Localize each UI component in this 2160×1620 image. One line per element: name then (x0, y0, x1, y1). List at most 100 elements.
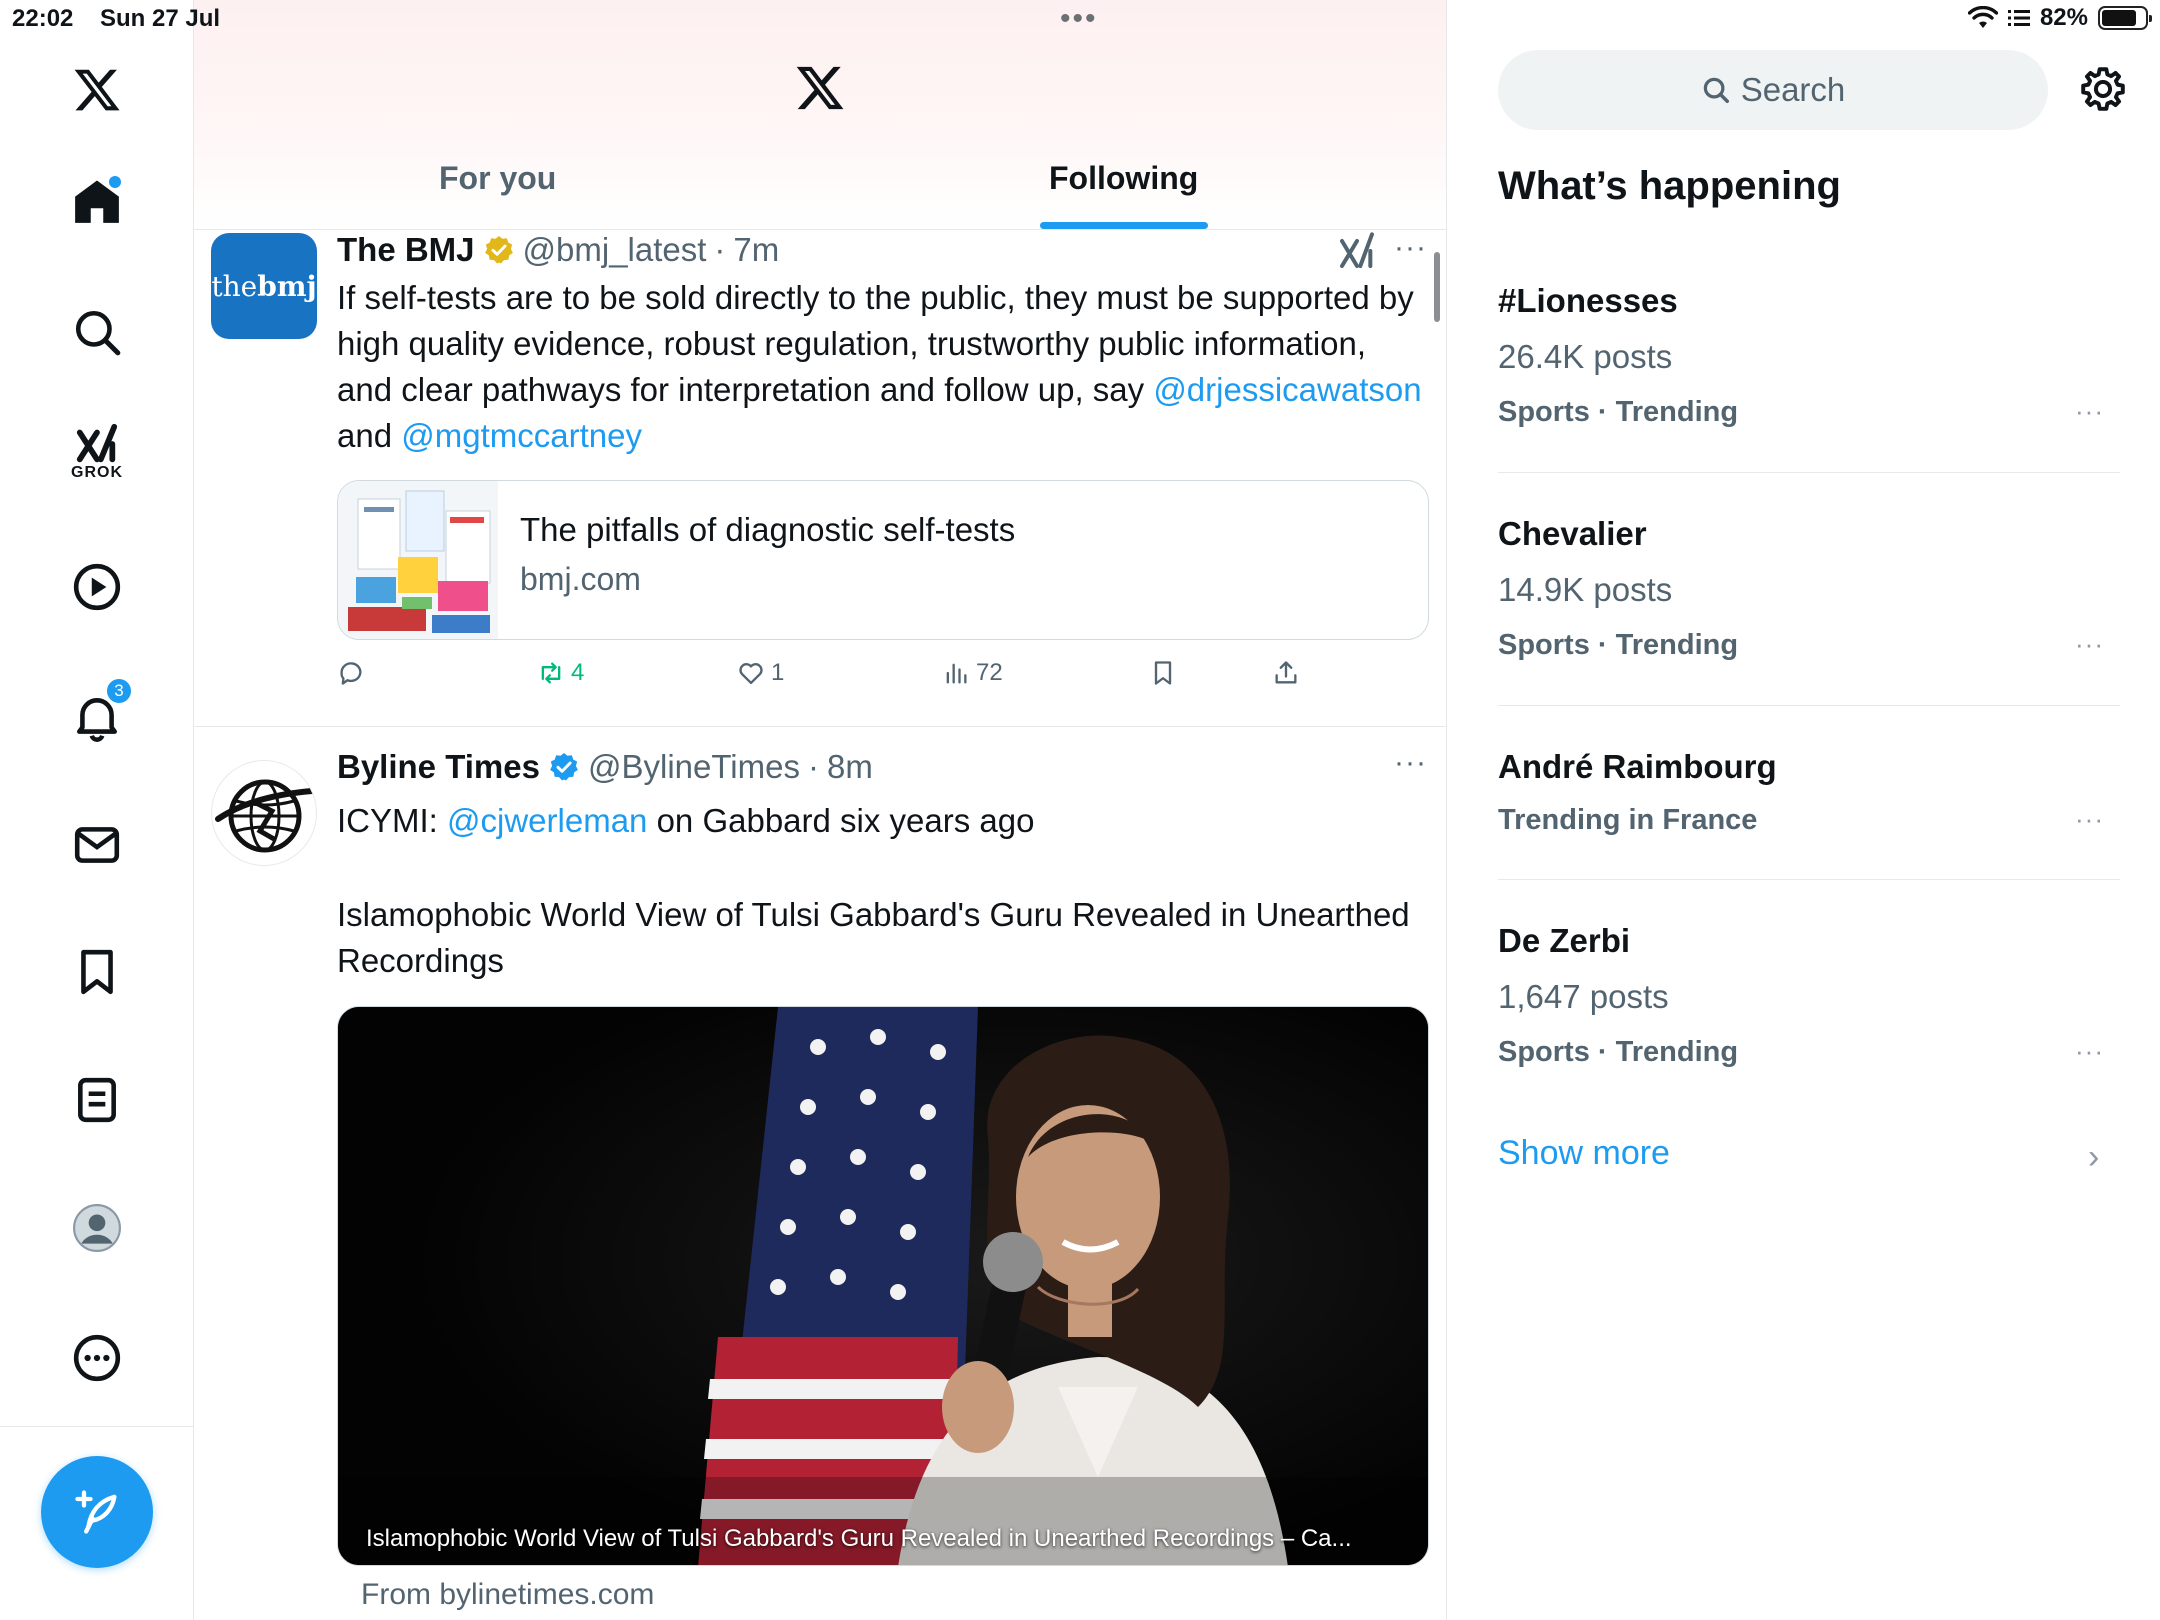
mention-link[interactable]: @cjwerleman (447, 802, 647, 839)
timestamp[interactable]: 8m (827, 748, 873, 786)
link-card-thumbnail (338, 481, 498, 639)
media-caption: Islamophobic World View of Tulsi Gabbard… (366, 1525, 1352, 1552)
tweet-text-prefix: ICYMI: (337, 802, 448, 839)
separator: · (714, 231, 726, 268)
notifications-bell-icon[interactable]: 3 (55, 675, 139, 759)
battery-percent: 82% (2039, 4, 2088, 31)
reply-button[interactable] (337, 659, 365, 687)
nav-divider (0, 1426, 194, 1427)
profile-avatar-icon[interactable] (55, 1186, 139, 1270)
avatar-text-light: the (211, 269, 258, 303)
like-button[interactable]: 1 (737, 659, 784, 687)
share-button[interactable] (1272, 659, 1300, 687)
repost-button[interactable]: 4 (537, 659, 584, 687)
list-status-icon (2007, 10, 2030, 26)
grok-explain-icon[interactable] (1337, 231, 1377, 271)
timeline: For you Following the bmj The BMJ @bmj_la… (194, 0, 1447, 1620)
trend-item[interactable]: André Raimbourg Trending in France ··· (1498, 736, 2120, 880)
tweet-text: ICYMI: @cjwerleman on Gabbard six years … (337, 798, 1427, 844)
messages-envelope-icon[interactable] (55, 803, 139, 887)
bookmarks-icon[interactable] (55, 930, 139, 1014)
status-time: 22:02 (12, 5, 74, 32)
bookmark-icon (1154, 661, 1172, 685)
trend-category: Sports · Trending (1498, 629, 1739, 661)
bookmark-button[interactable] (1149, 659, 1177, 687)
lists-icon[interactable] (55, 1058, 139, 1142)
reply-icon (340, 662, 362, 685)
battery-icon (2098, 6, 2152, 30)
compose-feather-icon (75, 1490, 117, 1534)
trend-name: #Lionesses (1498, 282, 1678, 319)
multitasking-dots-icon[interactable]: ••• (1060, 4, 1098, 34)
tweet-header: The BMJ @bmj_latest · 7m (337, 231, 779, 269)
trend-category: Trending in France (1498, 804, 1758, 836)
status-bar: 22:02 Sun 27 Jul ••• 82% (0, 0, 2160, 40)
like-count: 1 (771, 659, 785, 686)
mention-link[interactable]: @drjessicawatson (1153, 371, 1421, 408)
compose-post-button[interactable] (41, 1456, 153, 1568)
right-sidebar: Search What’s happening #Lionesses 26.4K… (1448, 0, 2160, 1620)
tweet[interactable]: the bmj The BMJ @bmj_latest · 7m ··· If s… (194, 231, 1446, 727)
scrollbar[interactable] (1434, 252, 1440, 322)
trend-item[interactable]: #Lionesses 26.4K posts Sports · Trending… (1498, 270, 2120, 473)
author-handle[interactable]: @BylineTimes (588, 748, 800, 786)
status-right: 82% (1967, 4, 2152, 32)
share-icon (1275, 661, 1297, 684)
x-logo-icon-svg (74, 69, 120, 111)
trend-post-count: 1,647 posts (1498, 978, 1669, 1015)
trend-more-icon[interactable]: ··· (2075, 804, 2104, 835)
show-more-link[interactable]: Show more (1498, 1134, 1670, 1173)
trend-name: Chevalier (1498, 515, 1647, 552)
author-name[interactable]: The BMJ (337, 231, 475, 269)
tweet-media-image[interactable]: Islamophobic World View of Tulsi Gabbard… (337, 1006, 1429, 1566)
more-options-icon[interactable]: ··· (1394, 746, 1427, 780)
tweet[interactable]: Byline Times @BylineTimes · 8m ··· ICYMI… (194, 728, 1446, 1620)
repost-icon (541, 662, 561, 684)
author-name[interactable]: Byline Times (337, 748, 540, 786)
x-logo-icon[interactable] (55, 48, 139, 132)
trend-item[interactable]: De Zerbi 1,647 posts Sports · Trending ·… (1498, 910, 2120, 1090)
source-link[interactable]: From bylinetimes.com (361, 1578, 654, 1612)
chevron-right-icon[interactable]: › (2088, 1138, 2099, 1177)
home-icon[interactable] (55, 160, 139, 244)
trend-more-icon[interactable]: ··· (2075, 1036, 2104, 1067)
timestamp[interactable]: 7m (733, 231, 779, 269)
whats-happening-title: What’s happening (1498, 164, 1841, 208)
link-card[interactable]: The pitfalls of diagnostic self-tests bm… (337, 480, 1429, 640)
separator: · (807, 748, 819, 785)
tweet-text-and: and (337, 417, 402, 454)
trend-post-count: 14.9K posts (1498, 571, 1673, 608)
grok-icon[interactable]: GROK (55, 412, 139, 496)
verified-gold-badge-icon (484, 236, 513, 264)
home-unread-dot (109, 176, 121, 188)
trend-category: Sports · Trending (1498, 1036, 1739, 1068)
mention-link[interactable]: @mgtmccartney (401, 417, 642, 454)
author-handle[interactable]: @bmj_latest (523, 231, 707, 269)
more-options-icon[interactable] (55, 1316, 139, 1400)
tweet-text: If self-tests are to be sold directly to… (337, 275, 1427, 459)
status-date: Sun 27 Jul (100, 5, 221, 32)
trend-more-icon[interactable]: ··· (2075, 629, 2104, 660)
grok-label: GROK (71, 464, 123, 481)
explore-search-icon[interactable] (55, 290, 139, 374)
tweet-actions: 4 1 72 (337, 659, 1429, 699)
view-count: 72 (976, 659, 1003, 686)
views-button[interactable]: 72 (942, 659, 1003, 687)
avatar[interactable]: the bmj (211, 233, 317, 339)
tweet-headline: Islamophobic World View of Tulsi Gabbard… (337, 896, 1410, 979)
search-input[interactable]: Search (1498, 50, 2048, 130)
video-play-icon[interactable] (55, 545, 139, 629)
settings-gear-icon[interactable] (2078, 64, 2128, 114)
tab-for-you[interactable]: For you (439, 160, 556, 197)
tweet-header: Byline Times @BylineTimes · 8m (337, 748, 873, 786)
search-icon (1703, 77, 1729, 103)
more-options-icon[interactable]: ··· (1394, 231, 1427, 265)
trend-name: De Zerbi (1498, 922, 1631, 959)
trend-more-icon[interactable]: ··· (2075, 396, 2104, 427)
trend-item[interactable]: Chevalier 14.9K posts Sports · Trending … (1498, 503, 2120, 706)
avatar[interactable] (211, 760, 317, 866)
active-tab-indicator (1040, 222, 1208, 229)
views-chart-icon (946, 663, 967, 684)
tab-following[interactable]: Following (1049, 160, 1198, 197)
trend-category: Sports · Trending (1498, 396, 1739, 428)
